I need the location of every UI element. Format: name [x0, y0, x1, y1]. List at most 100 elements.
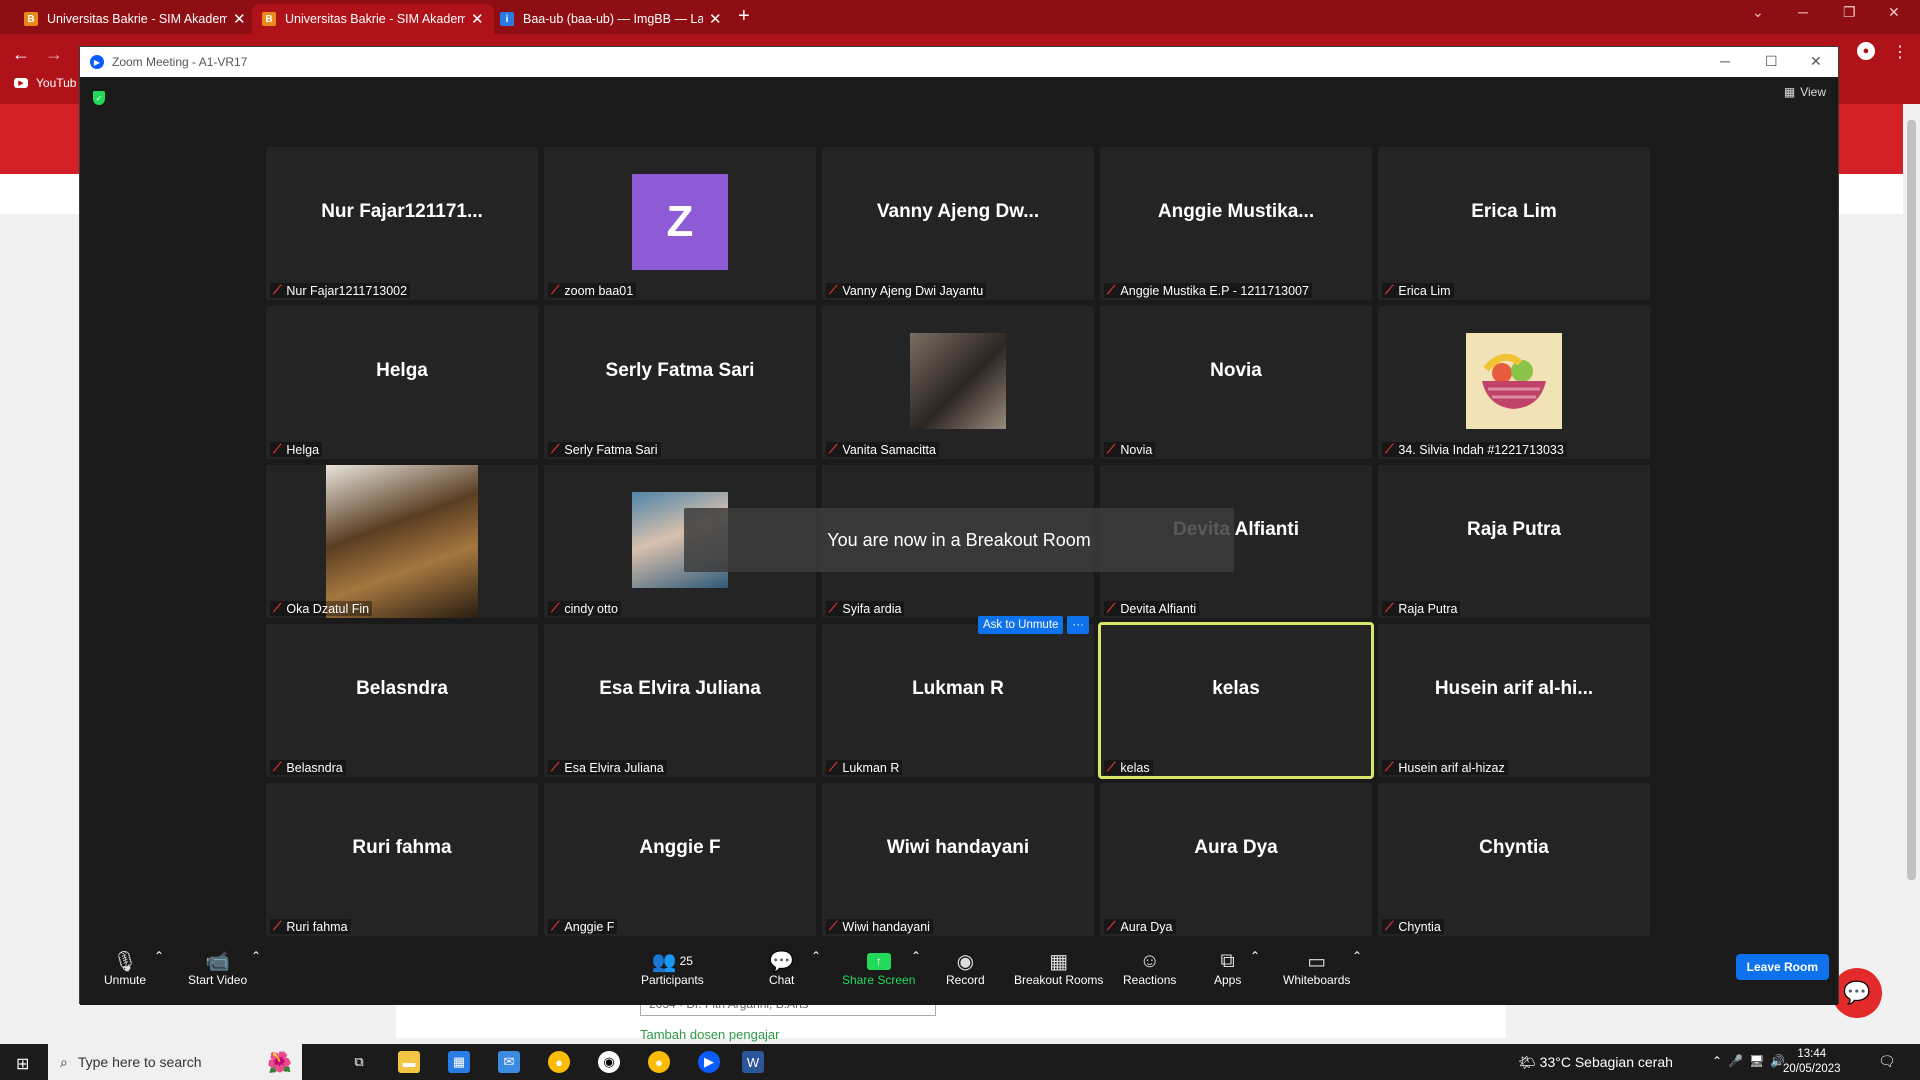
- add-lecturer-link[interactable]: Tambah dosen pengajar: [640, 1027, 780, 1042]
- close-tab-icon[interactable]: ✕: [709, 12, 722, 27]
- notification-icon[interactable]: 🗨: [1878, 1053, 1896, 1070]
- share-screen-button[interactable]: ↑ Share Screen: [842, 949, 915, 987]
- profile-icon[interactable]: ●: [1857, 42, 1875, 60]
- record-icon: ◉: [956, 950, 975, 973]
- zoom-meeting-icon[interactable]: ▶: [698, 1051, 720, 1073]
- zoom-title-bar: ▶ Zoom Meeting - A1-VR17 ─ ☐ ✕: [80, 47, 1838, 77]
- start-video-button[interactable]: 📹 Start Video: [188, 949, 247, 988]
- participant-display-name: Ruri fahma: [352, 837, 452, 858]
- breakout-rooms-button[interactable]: ▦ Breakout Rooms: [1014, 949, 1103, 988]
- browser-menu-icon[interactable]: ⋮: [1892, 42, 1908, 62]
- participant-name: Aura Dya: [1120, 919, 1173, 934]
- leave-room-button[interactable]: Leave Room: [1735, 954, 1829, 980]
- youtube-icon: ▶: [14, 78, 28, 88]
- chat-bubble-icon[interactable]: 💬: [1832, 968, 1882, 1018]
- muted-mic-icon: ⟋: [273, 760, 282, 774]
- back-icon[interactable]: ←: [12, 44, 30, 65]
- chevron-down-icon[interactable]: ⌄: [1752, 4, 1764, 21]
- file-explorer-icon[interactable]: ▬: [398, 1051, 420, 1073]
- audio-options-chevron-icon[interactable]: ⌃: [154, 949, 164, 963]
- participant-tile[interactable]: Husein arif al-hi... ⟋ Husein arif al-hiz…: [1378, 624, 1650, 777]
- mail-icon[interactable]: ✉: [498, 1051, 520, 1073]
- bookmark-youtube[interactable]: ▶ YouTub: [14, 76, 76, 90]
- chrome-icon[interactable]: ●: [548, 1051, 570, 1073]
- taskbar-search-box[interactable]: ⌕ Type here to search 🌺: [48, 1044, 302, 1080]
- record-button[interactable]: ◉ Record: [946, 949, 985, 988]
- participant-tile[interactable]: Raja Putra ⟋ Raja Putra: [1378, 465, 1650, 618]
- word-icon[interactable]: W: [742, 1051, 764, 1073]
- participant-tile[interactable]: Wiwi handayani ⟋ Wiwi handayani: [822, 783, 1094, 936]
- more-options-button[interactable]: ···: [1067, 616, 1089, 634]
- participant-tile-selected[interactable]: kelas ⟋ kelas: [1098, 622, 1374, 779]
- bakrie-favicon-icon: B: [262, 12, 276, 26]
- browser-tab-active[interactable]: B Universitas Bakrie - SIM Akadem ✕: [252, 4, 494, 34]
- apps-button[interactable]: ⧉ Apps: [1214, 949, 1241, 988]
- chrome-profile-icon[interactable]: ●: [648, 1051, 670, 1073]
- reactions-button[interactable]: ☺ Reactions: [1123, 949, 1176, 988]
- system-tray-icons[interactable]: ⌃🎤🖥🔊: [1712, 1054, 1791, 1068]
- scrollbar-thumb[interactable]: [1907, 120, 1916, 880]
- participant-tile[interactable]: Lukman R ⟋ Lukman R: [822, 624, 1094, 777]
- muted-mic-icon: ⟋: [1107, 919, 1116, 933]
- participant-tile[interactable]: Novia ⟋ Novia: [1100, 306, 1372, 459]
- microsoft-store-icon[interactable]: ▦: [448, 1051, 470, 1073]
- participant-tile[interactable]: Aura Dya ⟋ Aura Dya: [1100, 783, 1372, 936]
- close-icon[interactable]: ✕: [1810, 53, 1822, 70]
- participants-button[interactable]: 👥 25 Participants: [641, 949, 704, 988]
- participant-label: ⟋ Anggie Mustika E.P - 1211713007: [1104, 283, 1312, 298]
- participant-tile[interactable]: Erica Lim ⟋ Erica Lim: [1378, 147, 1650, 300]
- participant-tile[interactable]: Anggie Mustika... ⟋ Anggie Mustika E.P - …: [1100, 147, 1372, 300]
- whiteboard-icon: ▭: [1307, 950, 1327, 973]
- participant-tile[interactable]: Helga ⟋ Helga: [266, 306, 538, 459]
- participant-tile[interactable]: ⟋ 34. Silvia Indah #1221713033: [1378, 306, 1650, 459]
- participant-tile[interactable]: Anggie F ⟋ Anggie F: [544, 783, 816, 936]
- participant-label: ⟋ Devita Alfianti: [1104, 601, 1200, 616]
- muted-mic-icon: ⟋: [551, 919, 560, 933]
- chat-icon: 💬: [769, 950, 795, 973]
- forward-icon[interactable]: →: [45, 44, 63, 65]
- minimize-icon[interactable]: ─: [1798, 4, 1808, 20]
- ask-to-unmute-button[interactable]: Ask to Unmute: [978, 616, 1064, 634]
- participant-name: Nur Fajar1211713002: [286, 283, 408, 298]
- participant-tile[interactable]: Chyntia ⟋ Chyntia: [1378, 783, 1650, 936]
- browser-tab[interactable]: B Universitas Bakrie - SIM Akadem ✕: [14, 4, 256, 34]
- participant-tile[interactable]: Belasndra ⟋ Belasndra: [266, 624, 538, 777]
- view-button[interactable]: ▦ View: [1784, 85, 1826, 99]
- participant-tile[interactable]: ⟋ Vanita Samacitta: [822, 306, 1094, 459]
- muted-mic-icon: ⟋: [273, 283, 282, 297]
- close-tab-icon[interactable]: ✕: [471, 12, 484, 27]
- security-shield-icon[interactable]: ✓: [93, 91, 105, 105]
- participant-tile[interactable]: Nur Fajar121171... ⟋ Nur Fajar1211713002: [266, 147, 538, 300]
- maximize-icon[interactable]: ☐: [1765, 53, 1778, 70]
- taskbar-clock[interactable]: 13:44 20/05/2023: [1783, 1047, 1841, 1077]
- whiteboards-button[interactable]: ▭ Whiteboards: [1283, 949, 1350, 988]
- browser-tab[interactable]: i Baa-ub (baa-ub) — ImgBB — Lar ✕: [490, 4, 732, 34]
- video-options-chevron-icon[interactable]: ⌃: [251, 949, 261, 963]
- chat-options-chevron-icon[interactable]: ⌃: [811, 949, 821, 963]
- participant-name: Belasndra: [286, 760, 343, 775]
- participant-tile[interactable]: Serly Fatma Sari ⟋ Serly Fatma Sari: [544, 306, 816, 459]
- share-options-chevron-icon[interactable]: ⌃: [911, 949, 921, 963]
- participant-tile[interactable]: Esa Elvira Juliana ⟋ Esa Elvira Juliana: [544, 624, 816, 777]
- apps-options-chevron-icon[interactable]: ⌃: [1250, 949, 1260, 963]
- task-view-icon[interactable]: ⧉: [348, 1051, 370, 1073]
- weather-widget[interactable]: 🌤 33°C Sebagian cerah: [1518, 1054, 1673, 1071]
- close-window-icon[interactable]: ✕: [1888, 4, 1900, 21]
- windows-taskbar: ⊞ ⌕ Type here to search 🌺 ⧉ ▬ ▦ ✉ ● ◉ ● …: [0, 1044, 1920, 1080]
- participant-tile[interactable]: ⟋ Oka Dzatul Fin: [266, 465, 538, 618]
- participant-tile[interactable]: Z ⟋ zoom baa01: [544, 147, 816, 300]
- chat-button[interactable]: 💬 Chat: [769, 949, 795, 988]
- unmute-button[interactable]: 🎙 Unmute: [104, 949, 146, 988]
- windows-start-icon[interactable]: ⊞: [16, 1054, 29, 1074]
- minimize-icon[interactable]: ─: [1720, 53, 1730, 69]
- participant-tile[interactable]: Ruri fahma ⟋ Ruri fahma: [266, 783, 538, 936]
- new-tab-button[interactable]: +: [738, 5, 750, 28]
- close-tab-icon[interactable]: ✕: [233, 12, 246, 27]
- whiteboards-options-chevron-icon[interactable]: ⌃: [1352, 949, 1362, 963]
- participant-label: ⟋ Esa Elvira Juliana: [548, 760, 667, 775]
- participant-name: Husein arif al-hizaz: [1398, 760, 1505, 775]
- zoom-window: ▶ Zoom Meeting - A1-VR17 ─ ☐ ✕ ✓ ▦ View …: [79, 46, 1839, 1005]
- participant-tile[interactable]: Vanny Ajeng Dw... ⟋ Vanny Ajeng Dwi Jayan…: [822, 147, 1094, 300]
- restore-icon[interactable]: ❐: [1843, 4, 1856, 21]
- zoom-icon[interactable]: ◉: [598, 1051, 620, 1073]
